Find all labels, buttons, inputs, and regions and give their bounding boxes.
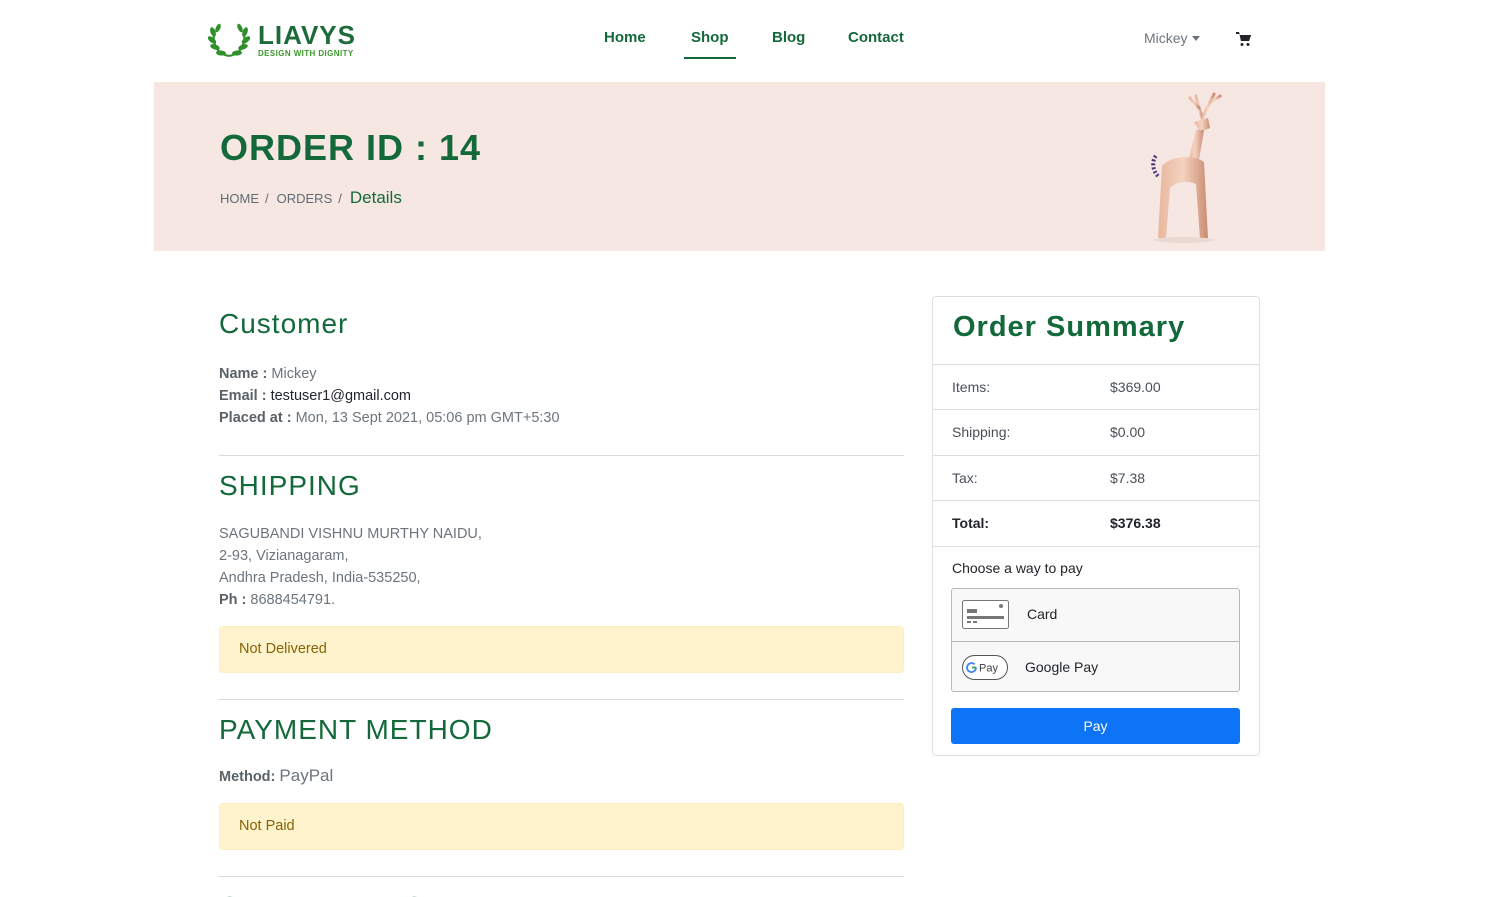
customer-email-line: Email : testuser1@gmail.com	[219, 385, 904, 407]
order-items-heading: ORDER ITEMS	[219, 889, 904, 897]
payment-options: Card Pay Google Pay	[951, 588, 1240, 692]
summary-label: Total:	[952, 515, 990, 531]
user-dropdown[interactable]: Mickey	[1144, 30, 1200, 46]
customer-name-label: Name :	[219, 366, 268, 382]
payment-status-alert: Not Paid	[219, 803, 904, 850]
summary-row-shipping: Shipping: $0.00	[933, 409, 1259, 455]
breadcrumb-separator: /	[338, 191, 342, 206]
nav-home[interactable]: Home	[604, 28, 646, 48]
shipping-heading: SHIPPING	[219, 470, 361, 501]
shopping-cart-icon[interactable]	[1236, 31, 1252, 47]
breadcrumb-separator: /	[265, 191, 269, 206]
summary-row-total: Total: $376.38	[933, 500, 1259, 546]
order-details: Customer Name : Mickey Email : testuser1…	[219, 296, 904, 897]
breadcrumb: HOME / ORDERS / Details	[220, 188, 402, 208]
address-line: Andhra Pradesh, India-535250,	[219, 570, 421, 586]
deer-figurine-image	[1151, 92, 1222, 243]
nav-blog[interactable]: Blog	[772, 28, 805, 48]
phone-value: 8688454791.	[250, 592, 336, 608]
summary-value: $369.00	[1110, 379, 1161, 395]
payment-method-line: Method: PayPal	[219, 765, 904, 788]
payment-method-heading: PAYMENT METHOD	[219, 714, 493, 745]
customer-email-label: Email :	[219, 388, 267, 404]
phone-line: Ph : 8688454791.	[219, 589, 904, 611]
google-pay-icon: Pay	[962, 655, 1008, 680]
main-nav: Home Shop Blog Contact	[0, 28, 1492, 62]
user-name: Mickey	[1144, 30, 1188, 46]
customer-name: Mickey	[271, 366, 317, 382]
phone-label: Ph :	[219, 592, 247, 608]
order-summary-title: Order Summary	[953, 311, 1186, 343]
customer-heading: Customer	[219, 308, 349, 339]
shipping-address: SAGUBANDI VISHNU MURTHY NAIDU, 2-93, Viz…	[219, 523, 904, 611]
summary-row-tax: Tax: $7.38	[933, 455, 1259, 501]
summary-label: Items:	[952, 379, 991, 395]
nav-shop[interactable]: Shop	[684, 28, 735, 59]
svg-text:Pay: Pay	[979, 663, 998, 675]
summary-label: Shipping:	[952, 424, 1011, 440]
credit-card-icon	[962, 600, 1009, 629]
navbar: LIAVYS DESIGN WITH DIGNITY Home Shop Blo…	[0, 0, 1492, 82]
summary-row-items: Items: $369.00	[933, 364, 1259, 410]
caret-down-icon	[1191, 35, 1200, 41]
pay-button[interactable]: Pay	[951, 708, 1240, 744]
pay-option-label: Card	[1027, 606, 1058, 622]
page-banner: ORDER ID : 14 HOME / ORDERS / Details	[154, 82, 1325, 251]
placed-at-value: Mon, 13 Sept 2021, 05:06 pm GMT+5:30	[295, 410, 560, 426]
summary-value: $376.38	[1110, 515, 1161, 531]
pay-option-card[interactable]: Card	[952, 589, 1239, 640]
customer-name-line: Name : Mickey	[219, 363, 904, 385]
breadcrumb-home[interactable]: HOME	[220, 191, 259, 206]
order-summary-card: Order Summary Items: $369.00 Shipping: $…	[932, 296, 1260, 756]
nav-contact[interactable]: Contact	[848, 28, 904, 48]
section-divider	[219, 876, 904, 877]
summary-label: Tax:	[952, 470, 978, 486]
placed-at-label: Placed at :	[219, 410, 292, 426]
breadcrumb-current: Details	[349, 188, 402, 207]
page-title: ORDER ID : 14	[220, 127, 482, 168]
customer-email[interactable]: testuser1@gmail.com	[271, 388, 411, 404]
summary-value: $0.00	[1110, 424, 1146, 440]
summary-value: $7.38	[1110, 470, 1146, 486]
pay-option-google-pay[interactable]: Pay Google Pay	[952, 641, 1239, 692]
payment-method-label: Method:	[219, 769, 276, 785]
breadcrumb-orders[interactable]: ORDERS	[277, 191, 333, 206]
section-divider	[219, 455, 904, 456]
customer-info: Name : Mickey Email : testuser1@gmail.co…	[219, 363, 904, 429]
payment-options-area: Choose a way to pay Card Pay Google Pay …	[933, 546, 1259, 756]
section-divider	[219, 699, 904, 700]
pay-prompt: Choose a way to pay	[952, 560, 1083, 576]
payment-method-value: PayPal	[279, 766, 334, 785]
pay-option-label: Google Pay	[1025, 659, 1099, 675]
address-line: 2-93, Vizianagaram,	[219, 548, 349, 564]
address-line: SAGUBANDI VISHNU MURTHY NAIDU,	[219, 526, 482, 542]
delivery-status-alert: Not Delivered	[219, 626, 904, 673]
placed-at-line: Placed at : Mon, 13 Sept 2021, 05:06 pm …	[219, 407, 904, 429]
